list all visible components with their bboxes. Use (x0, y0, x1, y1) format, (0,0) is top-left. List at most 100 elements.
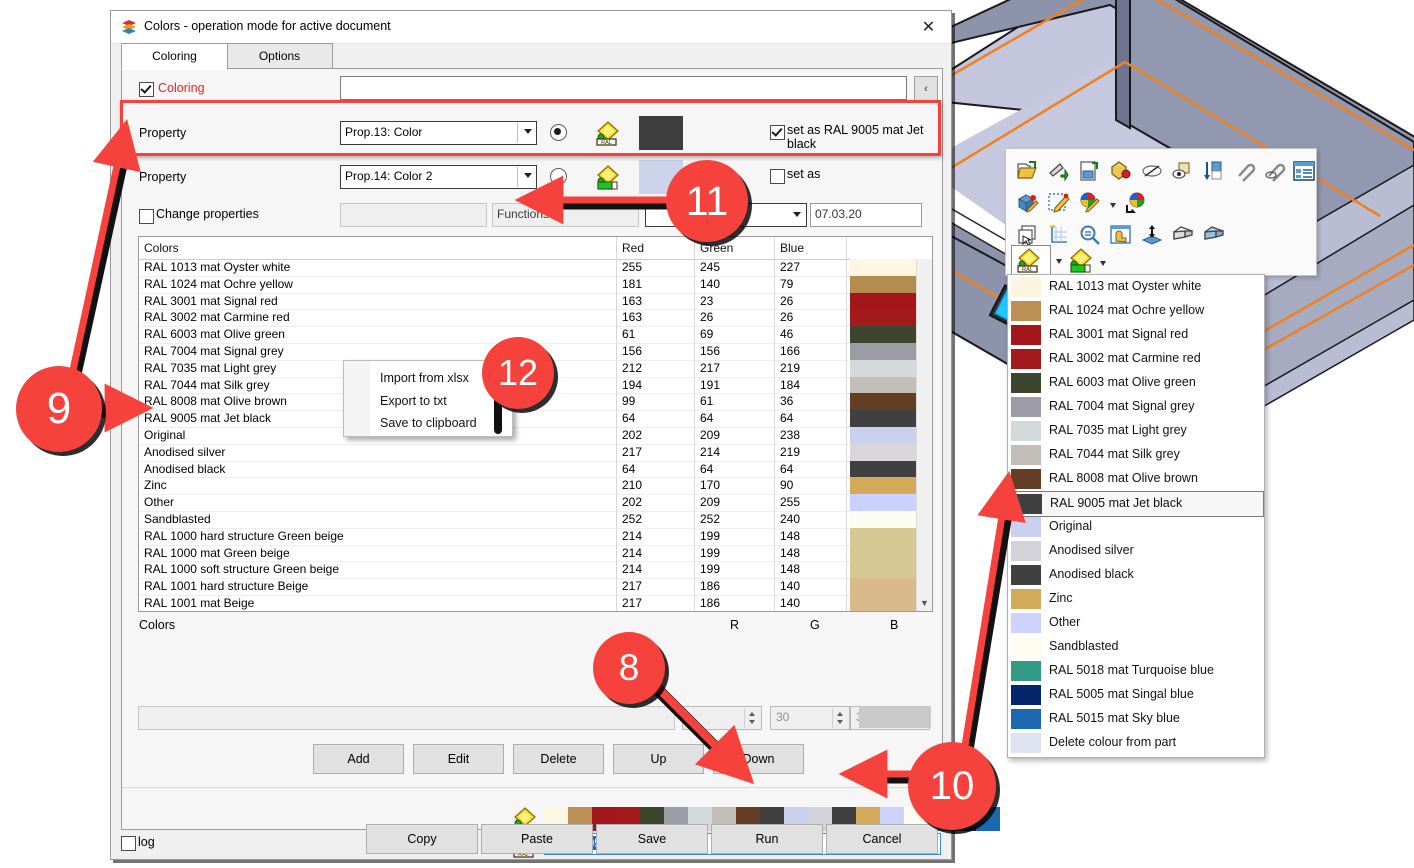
dropdown-item[interactable]: Delete colour from part (1008, 731, 1264, 755)
coloring-input[interactable] (340, 76, 907, 100)
r-stepper-buttons[interactable] (744, 708, 760, 728)
box-shade-icon[interactable] (1202, 223, 1226, 247)
dropdown-item[interactable]: Original (1008, 515, 1264, 539)
table-row[interactable]: RAL 1001 hard structure Beige 217 186 140 (139, 578, 932, 596)
hide-edge-icon[interactable] (1140, 159, 1164, 183)
table-row[interactable]: RAL 1000 soft structure Green beige 214 19… (139, 561, 932, 580)
dropdown-item[interactable]: RAL 7004 mat Signal grey (1008, 395, 1264, 419)
cancel-button[interactable]: Cancel (826, 824, 938, 854)
ral-palette-active-button[interactable]: RAL (1011, 245, 1051, 275)
table-scrollbar[interactable]: ▼ (916, 259, 932, 611)
table-row[interactable]: RAL 1000 mat Green beige 214 199 148 (139, 544, 932, 563)
dropdown-item[interactable]: Zinc (1008, 587, 1264, 611)
ral-green-dropdown-arrow[interactable] (1100, 261, 1106, 266)
colors-table[interactable]: Colors Red Green Blue RAL 1013 mat Oyste… (138, 236, 933, 612)
dropdown-item[interactable]: RAL 7044 mat Silk grey (1008, 443, 1264, 467)
detach-clip-icon[interactable] (1264, 159, 1288, 183)
dropdown-item[interactable]: RAL 3002 mat Carmine red (1008, 347, 1264, 371)
box-face-icon[interactable] (1171, 223, 1195, 247)
dropdown-item[interactable]: RAL 1013 mat Oyster white (1008, 275, 1264, 299)
dropdown-item[interactable]: RAL 8008 mat Olive brown (1008, 467, 1264, 491)
editor-name-input[interactable] (138, 706, 675, 730)
table-row[interactable]: RAL 1001 mat Beige 217 186 140 (139, 595, 932, 611)
paint-roller-icon[interactable] (1047, 159, 1071, 183)
table-row[interactable]: RAL 1000 hard structure Green beige 214 19… (139, 527, 932, 546)
dropdown-item[interactable]: RAL 7035 mat Light grey (1008, 419, 1264, 443)
table-row[interactable]: Zinc 210 170 90 (139, 477, 932, 496)
show-hidden-icon[interactable] (1171, 159, 1195, 183)
zoom-fit-icon[interactable] (1078, 223, 1102, 247)
delete-button[interactable]: Delete (513, 744, 604, 774)
color-toolbar[interactable]: RAL (1005, 148, 1317, 276)
stepper-up-icon[interactable] (837, 712, 843, 716)
table-row[interactable]: RAL 9005 mat Jet black 64 64 64 (139, 410, 932, 428)
tab-options[interactable]: Options (226, 43, 333, 69)
setas-checkbox-2[interactable] (770, 169, 785, 184)
stepper-down-icon[interactable] (749, 720, 755, 724)
paste-button[interactable]: Paste (481, 824, 593, 854)
menu-item-import-xlsx[interactable]: Import from xlsx (380, 371, 469, 385)
dropdown-item[interactable]: Sandblasted (1008, 635, 1264, 659)
menu-item-export-txt[interactable]: Export to txt (380, 394, 447, 408)
new-sketch-icon[interactable] (1047, 223, 1071, 247)
list-properties-icon[interactable] (1292, 159, 1316, 183)
stepper-down-icon[interactable] (837, 720, 843, 724)
table-row[interactable]: Anodised black 64 64 64 (139, 460, 932, 479)
copy-select-icon[interactable] (1016, 223, 1040, 247)
change-properties-checkbox[interactable] (139, 209, 154, 224)
ral-dropdown-arrow[interactable] (1056, 259, 1062, 264)
attach-clip-icon[interactable] (1233, 159, 1257, 183)
dropdown-item[interactable]: RAL 9005 mat Jet black (1008, 491, 1264, 517)
open-folder-icon[interactable] (1016, 159, 1040, 183)
menu-item-save-clipboard[interactable]: Save to clipboard (380, 416, 477, 430)
table-row[interactable]: RAL 3002 mat Carmine red 163 26 26 (139, 309, 932, 328)
r-stepper[interactable] (682, 706, 762, 730)
dropdown-item[interactable]: Anodised silver (1008, 539, 1264, 563)
scrollbar-thumb[interactable] (917, 259, 932, 394)
dropdown-item[interactable]: Other (1008, 611, 1264, 635)
ral-green-palette-icon[interactable] (595, 164, 621, 190)
dropdown-item[interactable]: RAL 6003 mat Olive green (1008, 371, 1264, 395)
edit-button[interactable]: Edit (413, 744, 504, 774)
copy-button[interactable]: Copy (366, 824, 478, 854)
edit-sketch-icon[interactable] (1047, 191, 1071, 215)
palette-dropdown-arrow[interactable] (1110, 203, 1116, 208)
g-stepper[interactable]: 30 (770, 706, 850, 730)
dropdown-item[interactable]: RAL 5005 mat Singal blue (1008, 683, 1264, 707)
log-checkbox[interactable] (121, 836, 136, 851)
change-field-1[interactable] (340, 203, 487, 227)
add-button[interactable]: Add (313, 744, 404, 774)
table-row[interactable]: RAL 1013 mat Oyster white 255 245 227 (139, 259, 932, 277)
table-row[interactable]: Other 202 209 255 (139, 494, 932, 512)
property-select-2[interactable]: Prop.14: Color 2 (340, 165, 537, 189)
coloring-checkbox[interactable] (139, 82, 154, 97)
palette-apply-icon[interactable] (1124, 191, 1148, 215)
table-row[interactable]: Sandblasted 252 252 240 (139, 511, 932, 529)
date-field[interactable]: 07.03.20 (810, 203, 922, 227)
ral-color-dropdown[interactable]: RAL 1013 mat Oyster white RAL 1024 mat Oc… (1007, 274, 1265, 758)
table-row[interactable]: Anodised silver 217 214 219 (139, 443, 932, 462)
run-button[interactable]: Run (711, 824, 823, 854)
export-image-icon[interactable] (1078, 159, 1102, 183)
texture-icon[interactable] (1109, 223, 1133, 247)
close-icon[interactable]: ✕ (906, 11, 951, 42)
palette-edit-icon[interactable] (1078, 191, 1102, 215)
dropdown-item[interactable]: Anodised black (1008, 563, 1264, 587)
edit-part-color-icon[interactable] (1016, 191, 1040, 215)
dropdown-item[interactable]: RAL 3001 mat Signal red (1008, 323, 1264, 347)
functions-field[interactable]: Functions (492, 203, 639, 227)
table-row[interactable]: Original 202 209 238 (139, 427, 932, 445)
extrude-icon[interactable] (1140, 223, 1164, 247)
table-row[interactable]: RAL 3001 mat Signal red 163 23 26 (139, 292, 932, 311)
dropdown-item[interactable]: RAL 5015 mat Sky blue (1008, 707, 1264, 731)
up-button[interactable]: Up (613, 744, 704, 774)
g-stepper-buttons[interactable] (832, 708, 848, 728)
table-row[interactable]: RAL 1024 mat Ochre yellow 181 140 79 (139, 275, 932, 294)
paint-can-icon[interactable] (1109, 159, 1133, 183)
save-button[interactable]: Save (596, 824, 708, 854)
dropdown-item[interactable]: RAL 1024 mat Ochre yellow (1008, 299, 1264, 323)
collapse-button[interactable]: ‹ (914, 76, 938, 102)
dropdown-item[interactable]: RAL 5018 mat Turquoise blue (1008, 659, 1264, 683)
property-radio-2[interactable] (550, 168, 567, 185)
tab-coloring[interactable]: Coloring (121, 43, 228, 70)
